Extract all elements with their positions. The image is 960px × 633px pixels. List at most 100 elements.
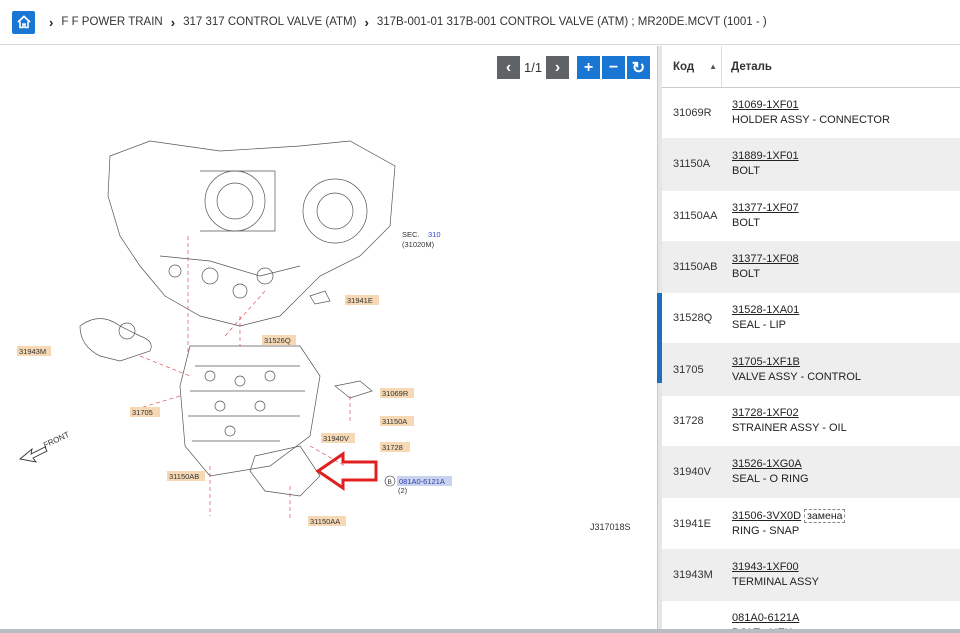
chevron-right-icon: › bbox=[554, 58, 561, 76]
breadcrumb-item-control-valve[interactable]: 317 317 CONTROL VALVE (ATM) bbox=[183, 16, 356, 28]
row-detail: 31889-1XF01 BOLT bbox=[722, 149, 799, 179]
row-code: 31941E bbox=[673, 517, 711, 530]
row-code: 31069R bbox=[673, 107, 712, 120]
part-name: SEAL - O RING bbox=[732, 473, 809, 486]
table-row[interactable]: 081A0-6121ABOLT - HEX bbox=[662, 601, 960, 629]
parts-diagram[interactable]: 31941E 31943M 31526Q 31069R 31705 31150A… bbox=[0, 46, 657, 629]
prev-page-button[interactable]: ‹ bbox=[497, 56, 520, 79]
svg-text:B: B bbox=[388, 479, 392, 486]
svg-text:31150A: 31150A bbox=[382, 417, 407, 426]
chevron-right-icon: › bbox=[364, 14, 369, 30]
row-detail: 081A0-6121ABOLT - HEX bbox=[722, 611, 799, 629]
page-indicator: 1/1 bbox=[523, 60, 543, 75]
part-number-link[interactable]: 31526-1XG0A bbox=[732, 458, 802, 470]
part-name: SEAL - LIP bbox=[732, 319, 787, 332]
svg-text:31940V: 31940V bbox=[323, 434, 349, 443]
minus-icon: − bbox=[608, 58, 619, 76]
svg-text:31150AB: 31150AB bbox=[169, 472, 199, 481]
part-number-link[interactable]: 31506-3VX0D bbox=[732, 510, 801, 522]
svg-text:31526Q: 31526Q bbox=[264, 336, 291, 345]
column-header-detail[interactable]: Деталь bbox=[722, 61, 772, 73]
row-detail: 31705-1XF1B VALVE ASSY - CONTROL bbox=[722, 355, 861, 385]
reset-view-button[interactable]: ↻ bbox=[627, 56, 650, 79]
front-arrow-icon bbox=[18, 446, 48, 463]
zoom-out-button[interactable]: − bbox=[602, 56, 625, 79]
row-code: 31705 bbox=[673, 363, 704, 376]
chevron-right-icon: › bbox=[49, 14, 54, 30]
chevron-left-icon: ‹ bbox=[505, 58, 512, 76]
breadcrumb: › F F POWER TRAIN › 317 317 CONTROL VALV… bbox=[45, 15, 767, 30]
svg-text:31943M: 31943M bbox=[19, 347, 46, 356]
plus-icon: + bbox=[583, 58, 594, 76]
row-detail: 31506-3VX0D замена RING - SNAP bbox=[722, 508, 846, 539]
part-number-link[interactable]: 31069-1XF01 bbox=[732, 99, 799, 111]
chevron-right-icon: › bbox=[170, 14, 176, 30]
row-detail: 31377-1XF07 BOLT bbox=[722, 201, 799, 231]
sort-asc-icon: ▲ bbox=[709, 62, 717, 71]
part-number-link[interactable]: 081A0-6121A bbox=[732, 612, 799, 624]
next-page-button[interactable]: › bbox=[546, 56, 569, 79]
part-name: BOLT bbox=[732, 268, 760, 281]
table-body: 31069R 31069-1XF01 HOLDER ASSY - CONNECTOR… bbox=[662, 88, 960, 629]
svg-text:081A0-6121A: 081A0-6121A bbox=[399, 477, 445, 486]
svg-text:31728: 31728 bbox=[382, 443, 403, 452]
part-name: HOLDER ASSY - CONNECTOR bbox=[732, 114, 890, 127]
part-name: RING - SNAP bbox=[732, 524, 800, 537]
svg-text:31941E: 31941E bbox=[347, 296, 373, 305]
horizontal-scrollbar[interactable] bbox=[0, 629, 960, 633]
red-arrow-pointer bbox=[315, 451, 378, 491]
table-row[interactable]: 31705 31705-1XF1B VALVE ASSY - CONTROL bbox=[662, 344, 960, 396]
diagram-panel[interactable]: 31941E 31943M 31526Q 31069R 31705 31150A… bbox=[0, 46, 657, 629]
part-number-link[interactable]: 31889-1XF01 bbox=[732, 150, 799, 162]
table-row[interactable]: 31069R 31069-1XF01 HOLDER ASSY - CONNECTOR bbox=[662, 88, 960, 140]
row-detail: 31069-1XF01 HOLDER ASSY - CONNECTOR bbox=[722, 98, 890, 128]
svg-text:(2): (2) bbox=[398, 486, 408, 495]
home-button[interactable] bbox=[12, 10, 35, 34]
row-detail: 31528-1XA01 SEAL - LIP bbox=[722, 303, 799, 333]
breadcrumb-item-power-train[interactable]: F F POWER TRAIN bbox=[61, 16, 162, 28]
replacement-badge[interactable]: замена bbox=[804, 508, 846, 523]
part-name: STRAINER ASSY - OIL bbox=[732, 421, 847, 434]
zoom-in-button[interactable]: + bbox=[577, 56, 600, 79]
table-row[interactable]: 31150AB 31377-1XF08 BOLT bbox=[662, 241, 960, 294]
part-number-link[interactable]: 31528-1XA01 bbox=[732, 304, 799, 316]
row-code: 31150AA bbox=[673, 209, 718, 222]
part-number-link[interactable]: 31705-1XF1B bbox=[732, 356, 800, 368]
breadcrumb-item-current: 317B-001-01 317B-001 CONTROL VALVE (ATM)… bbox=[376, 16, 767, 28]
table-row[interactable]: 31941E 31506-3VX0D замена RING - SNAP bbox=[662, 498, 960, 550]
svg-text:31150AA: 31150AA bbox=[310, 517, 340, 526]
table-row[interactable]: 31940V 31526-1XG0A SEAL - O RING bbox=[662, 447, 960, 499]
part-number-link[interactable]: 31728-1XF02 bbox=[732, 407, 799, 419]
row-code: 31940V bbox=[673, 466, 711, 479]
home-icon bbox=[16, 15, 31, 29]
table-header: Код ▲ Деталь bbox=[662, 46, 960, 88]
svg-text:(31020M): (31020M) bbox=[402, 240, 435, 249]
refresh-icon: ↻ bbox=[631, 59, 646, 77]
table-row[interactable]: 31943M 31943-1XF00 TERMINAL ASSY bbox=[662, 549, 960, 601]
svg-text:SEC.: SEC. bbox=[402, 230, 420, 239]
svg-text:31069R: 31069R bbox=[382, 389, 409, 398]
table-row[interactable]: 31728 31728-1XF02 STRAINER ASSY - OIL bbox=[662, 396, 960, 448]
diagram-toolbar: ‹ 1/1 › + − ↻ bbox=[497, 56, 650, 79]
row-detail: 31526-1XG0A SEAL - O RING bbox=[722, 457, 809, 487]
part-name: BOLT bbox=[732, 216, 760, 229]
breadcrumb-bar: › F F POWER TRAIN › 317 317 CONTROL VALV… bbox=[0, 0, 960, 45]
table-row[interactable]: 31528Q 31528-1XA01 SEAL - LIP bbox=[662, 293, 960, 345]
svg-text:FRONT: FRONT bbox=[42, 430, 71, 450]
part-number-link[interactable]: 31377-1XF08 bbox=[732, 253, 799, 265]
column-header-code[interactable]: Код ▲ bbox=[662, 46, 722, 87]
part-name: BOLT bbox=[732, 165, 760, 178]
svg-text:J317018S: J317018S bbox=[590, 522, 631, 532]
row-detail: 31377-1XF08 BOLT bbox=[722, 252, 799, 282]
table-row[interactable]: 31150A 31889-1XF01 BOLT bbox=[662, 139, 960, 191]
parts-table: Код ▲ Деталь 31069R 31069-1XF01 HOLDER ASS… bbox=[662, 46, 960, 629]
svg-text:310: 310 bbox=[428, 230, 441, 239]
row-code: 31943M bbox=[673, 568, 713, 581]
row-code: 31528Q bbox=[673, 312, 713, 325]
row-code: 31150A bbox=[673, 158, 711, 171]
part-number-link[interactable]: 31943-1XF00 bbox=[732, 561, 799, 573]
table-row[interactable]: 31150AA 31377-1XF07 BOLT bbox=[662, 191, 960, 242]
svg-text:31705: 31705 bbox=[132, 408, 153, 417]
part-name: VALVE ASSY - CONTROL bbox=[732, 370, 861, 383]
part-number-link[interactable]: 31377-1XF07 bbox=[732, 202, 799, 214]
